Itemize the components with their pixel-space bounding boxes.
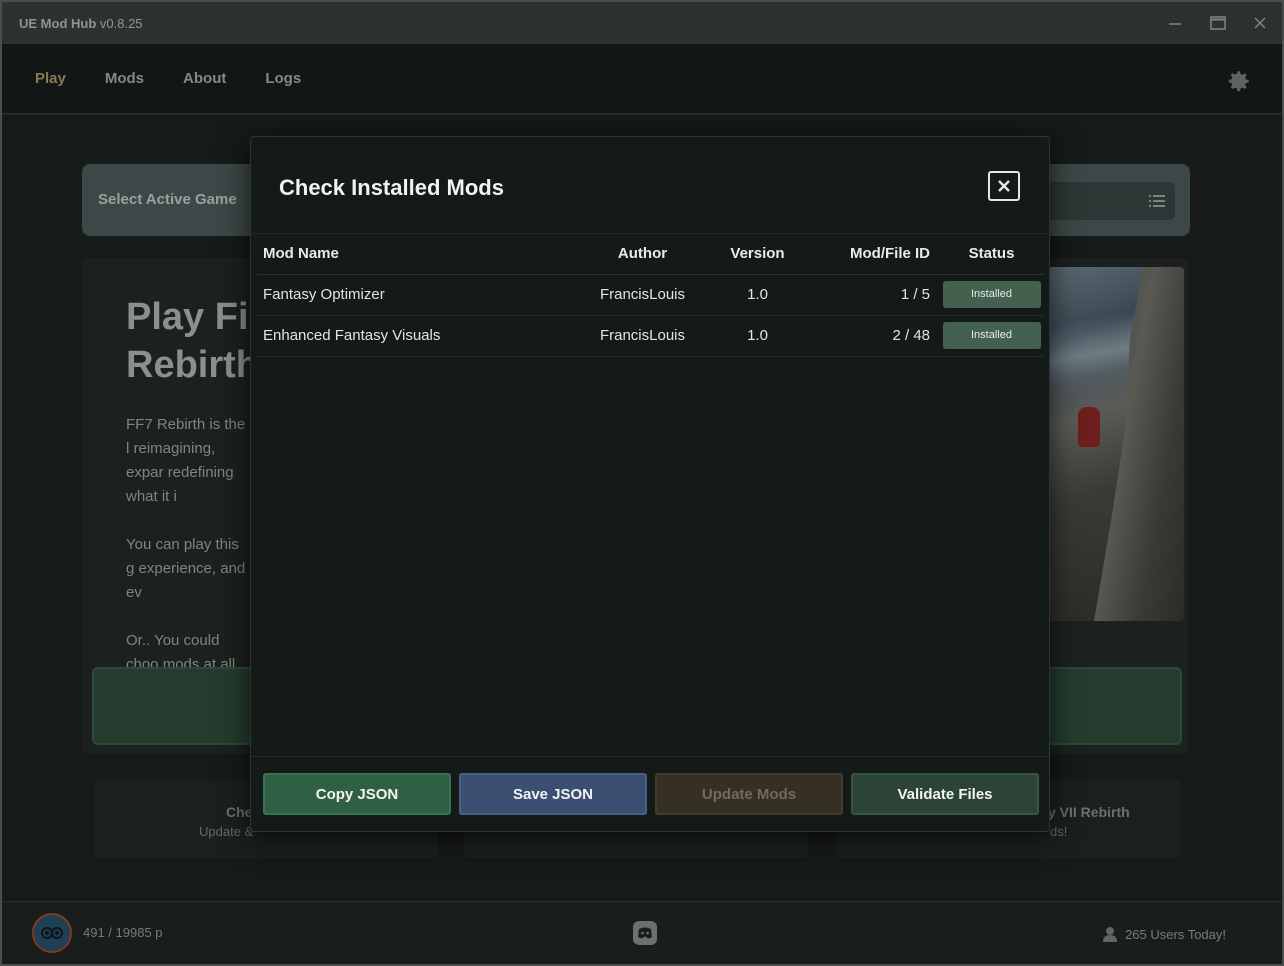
- game-desc-p2: You can play this g experience, and ev: [126, 536, 246, 601]
- dialog-close-button[interactable]: [988, 171, 1020, 201]
- col-mod-name[interactable]: Mod Name: [257, 234, 587, 275]
- check-mods-dialog: Check Installed Mods Mod Name Author Ver…: [250, 136, 1050, 832]
- game-artwork: [1048, 267, 1184, 621]
- close-icon: [998, 180, 1010, 192]
- mods-table: Mod Name Author Version Mod/File ID Stat…: [257, 234, 1045, 357]
- col-mod-file-id[interactable]: Mod/File ID: [817, 234, 938, 275]
- mod-version: 1.0: [698, 315, 817, 357]
- table-header-row: Mod Name Author Version Mod/File ID Stat…: [257, 234, 1045, 275]
- footer-bar: 491 / 19985 p 265 Users Today!: [2, 901, 1282, 964]
- app-version: v0.8.25: [99, 15, 143, 31]
- gear-icon[interactable]: [1224, 66, 1252, 94]
- list-icon[interactable]: [1139, 182, 1175, 220]
- validate-files-button[interactable]: Validate Files: [851, 773, 1039, 815]
- copy-json-button[interactable]: Copy JSON: [263, 773, 451, 815]
- nav-bar: Play Mods About Logs: [2, 44, 1282, 114]
- col-version[interactable]: Version: [698, 234, 817, 275]
- close-icon[interactable]: [1247, 10, 1273, 36]
- points-counter: 491 / 19985 p: [83, 925, 163, 940]
- app-name: UE Mod Hub: [19, 15, 97, 31]
- game-desc-p1: FF7 Rebirth is the l reimagining, expar …: [126, 416, 246, 505]
- game-select-label: Select Active Game: [98, 191, 237, 208]
- nav-logs[interactable]: Logs: [265, 70, 301, 87]
- update-mods-button[interactable]: Update Mods: [655, 773, 843, 815]
- col-status[interactable]: Status: [938, 234, 1045, 275]
- users-today-label: 265 Users Today!: [1125, 926, 1226, 942]
- users-today: 265 Users Today!: [1103, 926, 1226, 942]
- app-window: UE Mod Hub v0.8.25 Play Mods About Logs …: [0, 0, 1284, 966]
- nav-about[interactable]: About: [183, 70, 226, 87]
- minimize-icon[interactable]: [1162, 10, 1188, 36]
- dialog-title: Check Installed Mods: [279, 175, 504, 200]
- mod-file-id: 2 / 48: [817, 315, 938, 357]
- save-json-button[interactable]: Save JSON: [459, 773, 647, 815]
- dialog-footer-divider: [251, 756, 1049, 757]
- table-row[interactable]: Enhanced Fantasy Visuals FrancisLouis 1.…: [257, 315, 1045, 357]
- mod-name: Fantasy Optimizer: [257, 274, 587, 316]
- user-icon: [1103, 927, 1118, 942]
- maximize-icon[interactable]: [1205, 10, 1231, 36]
- app-title: UE Mod Hub v0.8.25: [19, 16, 143, 31]
- mod-author: FrancisLouis: [587, 274, 698, 316]
- col-author[interactable]: Author: [587, 234, 698, 275]
- discord-icon[interactable]: [633, 921, 657, 945]
- mod-author: FrancisLouis: [587, 315, 698, 357]
- avatar[interactable]: [32, 913, 72, 953]
- mod-name: Enhanced Fantasy Visuals: [257, 315, 587, 357]
- mod-version: 1.0: [698, 274, 817, 316]
- title-bar[interactable]: UE Mod Hub v0.8.25: [2, 2, 1282, 44]
- table-row[interactable]: Fantasy Optimizer FrancisLouis 1.0 1 / 5…: [257, 274, 1045, 316]
- mod-file-id: 1 / 5: [817, 274, 938, 316]
- nav-mods[interactable]: Mods: [105, 70, 144, 87]
- status-badge: Installed: [942, 281, 1041, 308]
- status-badge: Installed: [942, 322, 1041, 349]
- nav-play[interactable]: Play: [35, 70, 66, 87]
